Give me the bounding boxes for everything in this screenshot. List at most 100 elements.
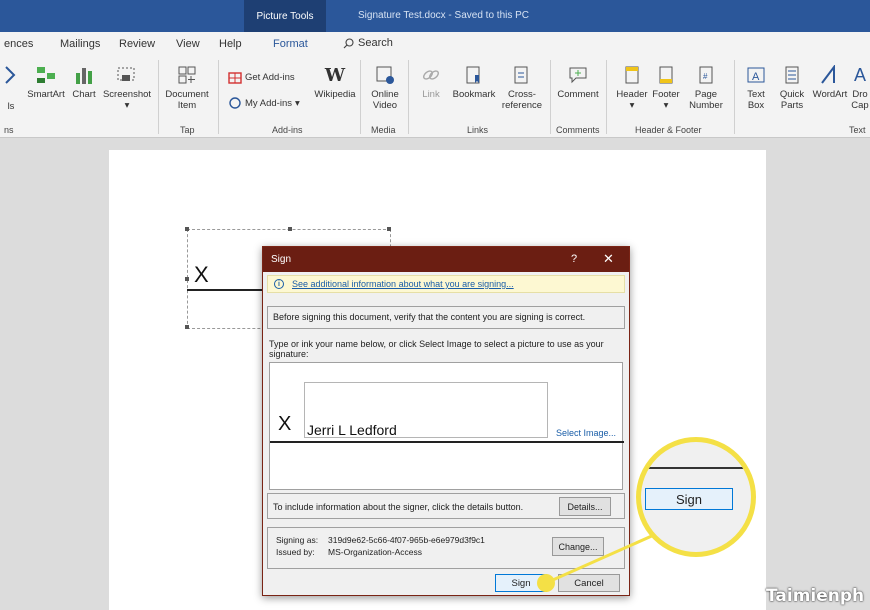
store-icon (228, 70, 242, 84)
footer-icon (655, 64, 677, 86)
signature-area: X Jerri L Ledford Select Image... (269, 362, 624, 490)
text-box-icon: A (745, 64, 767, 86)
wikipedia-button[interactable]: W Wikipedia (312, 64, 358, 100)
my-addins-button[interactable]: My Add-ins ▾ (228, 96, 300, 110)
ribbon-separator (734, 60, 735, 134)
search-box[interactable]: Search (343, 37, 393, 49)
cancel-button[interactable]: Cancel (558, 574, 620, 592)
chart-button[interactable]: Chart (70, 64, 98, 100)
picture-tools-context-tab[interactable]: Picture Tools (244, 0, 326, 32)
group-label-header-footer: Header & Footer (635, 125, 702, 135)
verify-text: Before signing this document, verify tha… (273, 312, 586, 322)
help-button[interactable]: ? (571, 253, 577, 265)
signature-line (270, 441, 624, 443)
online-video-icon (374, 64, 396, 86)
signature-x: X (278, 413, 292, 435)
signature-name-input[interactable]: Jerri L Ledford (307, 422, 397, 438)
close-icon[interactable]: ✕ (603, 251, 614, 267)
signing-as-label: Signing as: (276, 535, 319, 545)
ribbon: ls SmartArt Chart Screenshot ▾ Document … (0, 56, 870, 138)
select-image-link[interactable]: Select Image... (556, 428, 616, 438)
document-item-icon (176, 64, 198, 86)
tab-references[interactable]: ences (4, 38, 33, 50)
wordart-button[interactable]: WordArt (810, 64, 850, 100)
header-button[interactable]: Header ▾ (614, 64, 650, 111)
page-number-icon: # (695, 64, 717, 86)
dialog-title-bar: Sign ? ✕ (263, 247, 629, 272)
comment-button[interactable]: Comment (554, 64, 602, 100)
smartart-icon (35, 64, 57, 86)
link-icon (420, 64, 442, 86)
watermark-logo: Taimienph (766, 586, 865, 606)
search-icon (343, 37, 354, 48)
get-addins-button[interactable]: Get Add-ins (228, 70, 295, 84)
resize-handle[interactable] (185, 277, 189, 281)
tab-help[interactable]: Help (219, 38, 242, 50)
tab-view[interactable]: View (176, 38, 200, 50)
ribbon-separator (550, 60, 551, 134)
group-label-links: Links (467, 125, 489, 135)
magnified-sign-button: Sign (645, 488, 733, 510)
resize-handle[interactable] (288, 227, 292, 231)
signature-instructions: Type or ink your name below, or click Se… (269, 339, 604, 359)
cross-reference-button[interactable]: Cross- reference (498, 64, 546, 111)
magnifier-divider (641, 467, 751, 469)
tab-format[interactable]: Format (273, 38, 308, 50)
tab-mailings[interactable]: Mailings (60, 38, 100, 50)
drop-cap-button[interactable]: A Dro Cap (850, 64, 870, 112)
page-number-button[interactable]: # Page Number (684, 64, 728, 111)
wikipedia-icon: W (324, 64, 346, 86)
callout-dot (537, 574, 555, 592)
cross-reference-icon (511, 64, 533, 86)
smartart-button[interactable]: SmartArt (26, 64, 66, 100)
quick-parts-button[interactable]: Quick Parts (774, 64, 810, 111)
ribbon-separator (158, 60, 159, 134)
text-box-button[interactable]: A Text Box (740, 64, 772, 111)
details-panel: To include information about the signer,… (267, 493, 625, 519)
addins-icon (228, 96, 242, 110)
details-text: To include information about the signer,… (273, 502, 524, 512)
group-label-tap: Tap (180, 125, 195, 135)
tab-review[interactable]: Review (119, 38, 155, 50)
shapes-icon (0, 64, 22, 86)
ribbon-separator (360, 60, 361, 134)
ribbon-separator (218, 60, 219, 134)
wordart-icon (819, 64, 841, 86)
resize-handle[interactable] (387, 227, 391, 231)
svg-text:#: # (703, 72, 708, 81)
additional-info-link[interactable]: See additional information about what yo… (292, 279, 514, 289)
callout-magnifier: Sign (636, 437, 756, 557)
resize-handle[interactable] (185, 325, 189, 329)
quick-parts-icon (781, 64, 803, 86)
screenshot-icon (116, 64, 138, 86)
header-icon (621, 64, 643, 86)
drop-cap-icon: A (853, 64, 866, 85)
link-button[interactable]: Link (414, 64, 448, 100)
group-label-text: Text (849, 125, 866, 135)
info-bar: i See additional information about what … (267, 275, 625, 293)
partial-ribbon-button[interactable]: ls (0, 64, 22, 112)
document-signature-x: X (194, 262, 209, 287)
issued-by-value: MS-Organization-Access (328, 547, 423, 557)
issued-by-label: Issued by: (276, 547, 315, 557)
group-label-media: Media (371, 125, 396, 135)
signing-info-panel: Signing as: 319d9e62-5c66-4f07-965b-e6e9… (267, 527, 625, 569)
screenshot-button[interactable]: Screenshot ▾ (102, 64, 152, 111)
bookmark-icon (463, 64, 485, 86)
details-button[interactable]: Details... (559, 497, 611, 516)
bookmark-button[interactable]: Bookmark (450, 64, 498, 100)
resize-handle[interactable] (185, 227, 189, 231)
footer-button[interactable]: Footer ▾ (648, 64, 684, 111)
signing-as-value: 319d9e62-5c66-4f07-965b-e6e979d3f9c1 (328, 535, 485, 545)
sign-dialog: Sign ? ✕ i See additional information ab… (262, 246, 630, 596)
online-video-button[interactable]: Online Video (366, 64, 404, 111)
group-label-addins: Add-ins (272, 125, 303, 135)
change-button[interactable]: Change... (552, 537, 604, 556)
chart-icon (73, 64, 95, 86)
document-item-button[interactable]: Document Item (162, 64, 212, 111)
group-label-illustrations: ns (4, 125, 14, 135)
title-bar: Picture Tools Signature Test.docx - Save… (0, 0, 870, 32)
ribbon-tabs: ences Mailings Review View Help Format S… (0, 32, 870, 56)
group-label-comments: Comments (556, 125, 600, 135)
info-icon: i (274, 279, 284, 289)
